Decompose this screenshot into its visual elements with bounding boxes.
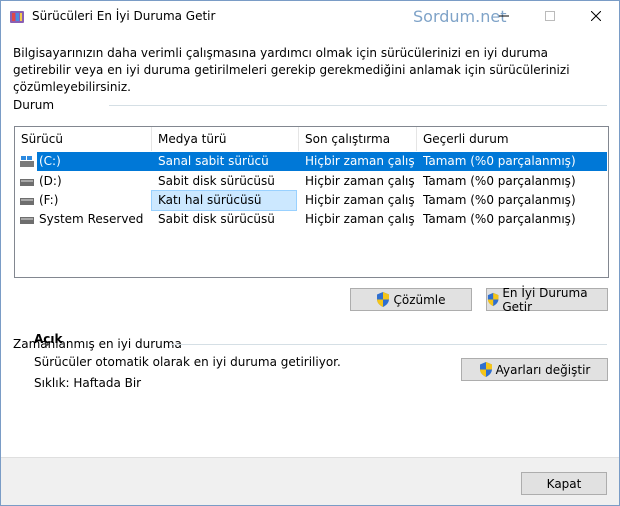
status-divider (109, 105, 607, 106)
cell-last-run: Hiçbir zaman çalış... (305, 193, 415, 207)
cell-drive: System Reserved (39, 212, 144, 226)
column-header-last-run[interactable]: Son çalıştırma (299, 127, 417, 151)
cell-last-run: Hiçbir zaman çalış... (305, 174, 415, 188)
minimize-button[interactable] (481, 1, 527, 32)
cell-last-run: Hiçbir zaman çalış... (305, 212, 415, 226)
list-header: Sürücü Medya türü Son çalıştırma Geçerli… (15, 127, 608, 151)
schedule-info: Sürücüler otomatik olarak en iyi duruma … (34, 355, 341, 369)
close-icon (591, 11, 601, 21)
cell-current-status: Tamam (%0 parçalanmış) (423, 174, 576, 188)
defrag-window: Sürücüleri En İyi Duruma Getir Sordum.ne… (0, 0, 620, 506)
cell-drive: (C:) (39, 154, 61, 168)
change-settings-button[interactable]: Ayarları değiştir (461, 358, 608, 381)
analyze-button-label: Çözümle (393, 292, 446, 307)
window-title: Sürücüleri En İyi Duruma Getir (32, 9, 216, 23)
scheduled-divider (171, 344, 607, 345)
uac-shield-icon (487, 292, 499, 307)
optimize-button[interactable]: En İyi Duruma Getir (486, 285, 608, 314)
cell-media-type: Sabit disk sürücüsü (158, 212, 275, 226)
cell-drive: (F:) (39, 193, 59, 207)
status-section-label: Durum (13, 98, 55, 112)
maximize-button[interactable] (527, 1, 573, 32)
uac-shield-icon (479, 362, 492, 377)
schedule-frequency: Sıklık: Haftada Bir (34, 376, 142, 390)
cell-drive: (D:) (39, 174, 62, 188)
title-bar[interactable]: Sürücüleri En İyi Duruma Getir Sordum.ne… (1, 1, 619, 32)
hard-drive-icon (20, 198, 34, 205)
column-header-media-type[interactable]: Medya türü (152, 127, 299, 151)
cell-media-type: Sabit disk sürücüsü (158, 174, 275, 188)
analyze-button[interactable]: Çözümle (350, 288, 472, 311)
change-settings-label: Ayarları değiştir (495, 362, 591, 377)
schedule-state: Açık (34, 332, 63, 346)
hard-drive-icon (20, 179, 34, 186)
table-row[interactable]: (C:) Sanal sabit sürücü Hiçbir zaman çal… (15, 152, 608, 171)
cell-last-run: Hiçbir zaman çalış... (305, 154, 415, 168)
cell-current-status: Tamam (%0 parçalanmış) (423, 212, 576, 226)
table-row[interactable]: (F:) Katı hal sürücüsü Hiçbir zaman çalı… (15, 190, 608, 211)
minimize-icon (499, 15, 509, 17)
cell-media-type: Sanal sabit sürücü (158, 154, 269, 168)
system-drive-icon (20, 156, 34, 167)
optimize-button-label: En İyi Duruma Getir (502, 285, 588, 314)
table-row[interactable]: System Reserved Sabit disk sürücüsü Hiçb… (15, 210, 608, 229)
close-button[interactable]: Kapat (521, 472, 607, 495)
hard-drive-icon (20, 217, 34, 224)
uac-shield-icon (377, 292, 390, 307)
close-button-label: Kapat (546, 476, 582, 491)
description-text: Bilgisayarınızın daha verimli çalışmasın… (13, 46, 570, 94)
close-window-button[interactable] (573, 1, 619, 32)
cell-current-status: Tamam (%0 parçalanmış) (423, 154, 576, 168)
drive-list[interactable]: Sürücü Medya türü Son çalıştırma Geçerli… (14, 126, 609, 278)
maximize-icon (545, 11, 555, 21)
column-header-current-status[interactable]: Geçerli durum (417, 127, 608, 151)
column-header-drive[interactable]: Sürücü (15, 127, 152, 151)
footer: Kapat (1, 457, 619, 505)
defrag-app-icon (10, 11, 24, 23)
cell-current-status: Tamam (%0 parçalanmış) (423, 193, 576, 207)
main-content: Bilgisayarınızın daha verimli çalışmasın… (1, 32, 619, 457)
table-row[interactable]: (D:) Sabit disk sürücüsü Hiçbir zaman ça… (15, 172, 608, 191)
cell-media-type: Katı hal sürücüsü (151, 190, 297, 211)
